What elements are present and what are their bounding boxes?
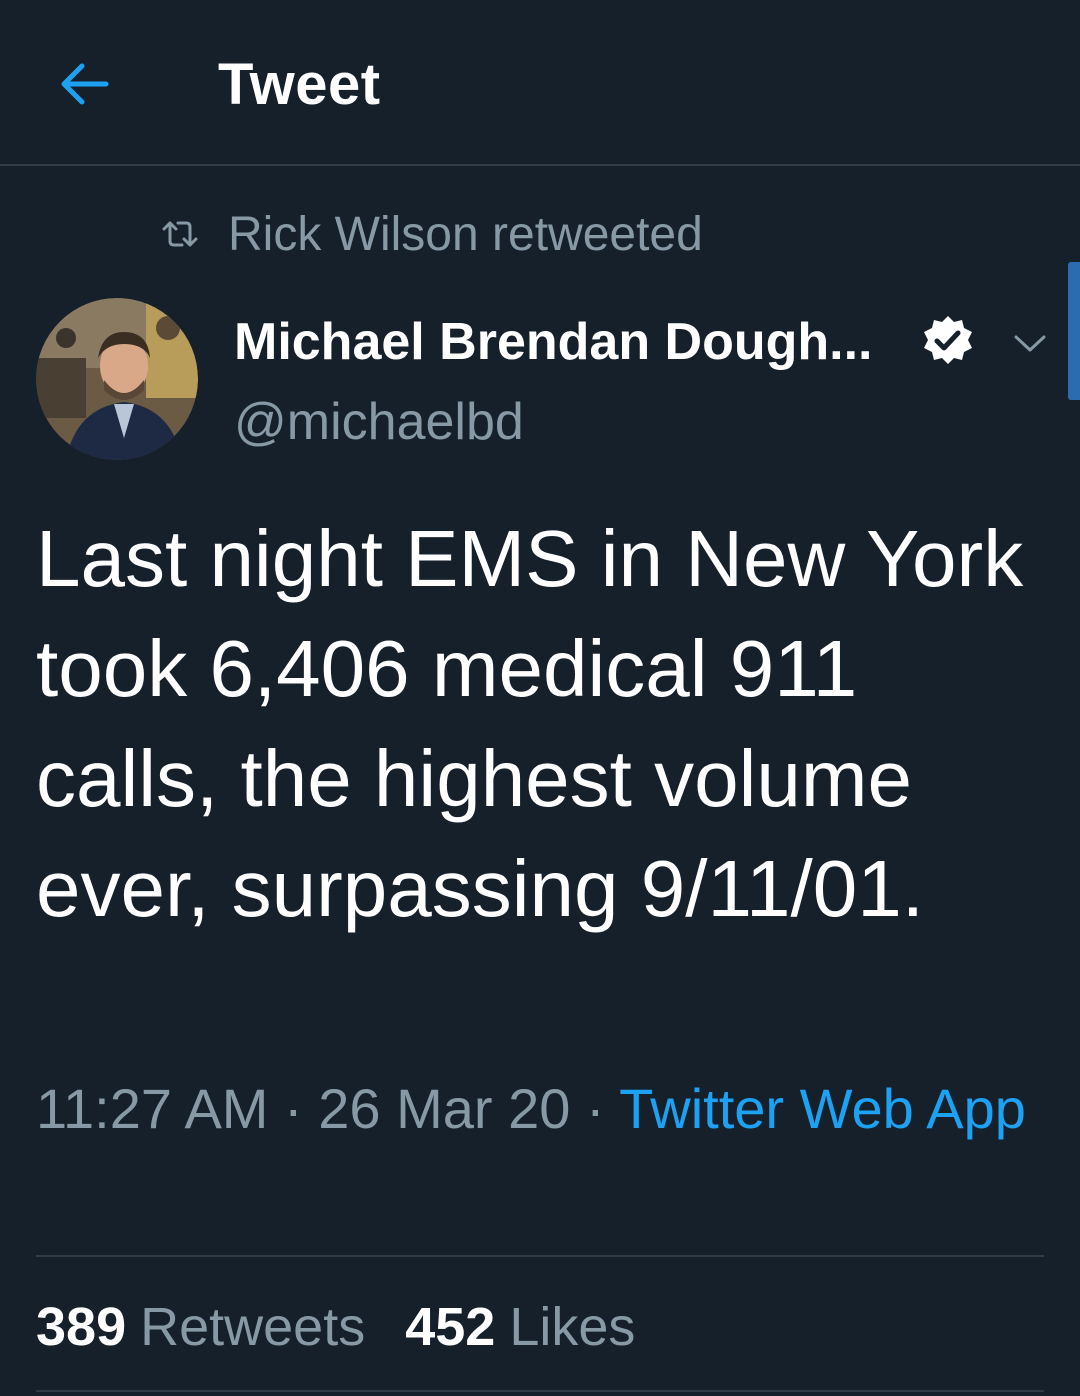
verified-badge-icon — [924, 316, 972, 364]
retweets-stat[interactable]: 389 Retweets — [36, 1296, 365, 1358]
avatar[interactable] — [36, 298, 198, 460]
engagement-stats: 389 Retweets 452 Likes — [36, 1292, 675, 1362]
author-name[interactable]: Michael Brendan Dough... — [234, 310, 873, 374]
page-title: Tweet — [218, 52, 381, 117]
top-app-bar: Tweet — [0, 0, 1080, 166]
divider — [36, 1255, 1044, 1257]
retweets-label: Retweets — [140, 1297, 366, 1357]
avatar-photo — [36, 298, 198, 460]
divider — [36, 1390, 1044, 1392]
back-button[interactable] — [52, 52, 116, 116]
tweet-source-link[interactable]: Twitter Web App — [619, 1077, 1026, 1140]
retweet-icon — [160, 214, 200, 254]
tweet-text: Last night EMS in New York took 6,406 me… — [36, 514, 1024, 933]
social-context[interactable]: Rick Wilson retweeted — [160, 204, 703, 264]
tweet-metadata: 11:27 AM · 26 Mar 20 · Twitter Web App — [36, 1070, 1036, 1148]
likes-label: Likes — [509, 1297, 636, 1357]
retweeted-by-text: Rick Wilson retweeted — [228, 207, 703, 261]
likes-count: 452 — [405, 1297, 496, 1357]
scroll-indicator — [1068, 262, 1080, 400]
tweet-time: 11:27 AM — [36, 1077, 269, 1140]
author-handle[interactable]: @michaelbd — [234, 390, 524, 454]
likes-stat[interactable]: 452 Likes — [405, 1296, 635, 1358]
arrow-left-icon — [61, 63, 109, 105]
retweets-count: 389 — [36, 1297, 127, 1357]
chevron-down-icon — [1014, 335, 1046, 352]
meta-separator: · — [284, 1077, 303, 1140]
more-options-button[interactable] — [1008, 324, 1052, 364]
meta-separator: · — [585, 1077, 605, 1140]
tweet-date: 26 Mar 20 — [318, 1077, 571, 1140]
